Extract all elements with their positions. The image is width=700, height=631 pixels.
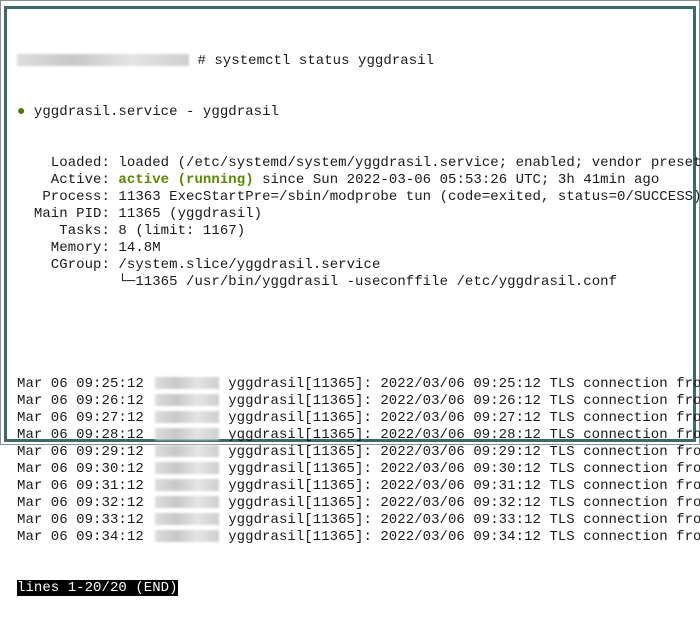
log-time: Mar 06 09:29:12: [17, 444, 144, 460]
service-field-line: Tasks: 8 (limit: 1167): [17, 223, 700, 240]
service-title: yggdrasil.service - yggdrasil: [33, 104, 279, 120]
service-title-line: ● yggdrasil.service - yggdrasil: [17, 104, 700, 121]
log-message: yggdrasil[11365]: 2022/03/06 09:30:12 TL…: [228, 461, 700, 477]
log-message: yggdrasil[11365]: 2022/03/06 09:25:12 TL…: [228, 376, 700, 392]
field-label: Main PID:: [17, 206, 119, 222]
log-time: Mar 06 09:32:12: [17, 495, 144, 511]
field-label: Memory:: [17, 240, 119, 256]
log-time: Mar 06 09:28:12: [17, 427, 144, 443]
redacted-host: [155, 462, 220, 475]
terminal-output: # systemctl status yggdrasil ● yggdrasil…: [17, 19, 700, 631]
service-field-line: Active: active (running) since Sun 2022-…: [17, 172, 700, 189]
log-time: Mar 06 09:26:12: [17, 393, 144, 409]
log-time: Mar 06 09:30:12: [17, 461, 144, 477]
field-value: └─11365 /usr/bin/yggdrasil -useconffile …: [118, 274, 618, 290]
active-status: active (running): [118, 172, 254, 188]
log-line: Mar 06 09:30:12 yggdrasil[11365]: 2022/0…: [17, 461, 700, 478]
log-message: yggdrasil[11365]: 2022/03/06 09:29:12 TL…: [228, 444, 700, 460]
log-message: yggdrasil[11365]: 2022/03/06 09:27:12 TL…: [228, 410, 700, 426]
field-label: Process:: [17, 189, 119, 205]
log-line: Mar 06 09:25:12 yggdrasil[11365]: 2022/0…: [17, 376, 700, 393]
field-value: loaded (/etc/systemd/system/yggdrasil.se…: [118, 155, 700, 171]
log-time: Mar 06 09:31:12: [17, 478, 144, 494]
field-value: 11363 ExecStartPre=/sbin/modprobe tun (c…: [118, 189, 700, 205]
log-line: Mar 06 09:29:12 yggdrasil[11365]: 2022/0…: [17, 444, 700, 461]
log-line: Mar 06 09:32:12 yggdrasil[11365]: 2022/0…: [17, 495, 700, 512]
status-dot-icon: ●: [17, 104, 26, 120]
service-field-line: Memory: 14.8M: [17, 240, 700, 257]
redacted-host: [155, 428, 220, 441]
log-message: yggdrasil[11365]: 2022/03/06 09:33:12 TL…: [228, 512, 700, 528]
service-field-line: CGroup: /system.slice/yggdrasil.service: [17, 257, 700, 274]
prompt-line: # systemctl status yggdrasil: [17, 53, 700, 70]
redacted-host: [155, 513, 220, 526]
log-line: Mar 06 09:34:12 yggdrasil[11365]: 2022/0…: [17, 529, 700, 546]
log-message: yggdrasil[11365]: 2022/03/06 09:28:12 TL…: [228, 427, 700, 443]
field-label: CGroup:: [17, 257, 119, 273]
log-line: Mar 06 09:33:12 yggdrasil[11365]: 2022/0…: [17, 512, 700, 529]
field-value: /system.slice/yggdrasil.service: [118, 257, 381, 273]
log-message: yggdrasil[11365]: 2022/03/06 09:32:12 TL…: [228, 495, 700, 511]
log-line: Mar 06 09:31:12 yggdrasil[11365]: 2022/0…: [17, 478, 700, 495]
log-message: yggdrasil[11365]: 2022/03/06 09:26:12 TL…: [228, 393, 700, 409]
field-label: Loaded:: [17, 155, 119, 171]
log-line: Mar 06 09:27:12 yggdrasil[11365]: 2022/0…: [17, 410, 700, 427]
redacted-host: [155, 496, 220, 509]
terminal-window: # systemctl status yggdrasil ● yggdrasil…: [4, 6, 700, 596]
command-text: # systemctl status yggdrasil: [197, 53, 435, 69]
log-line: Mar 06 09:26:12 yggdrasil[11365]: 2022/0…: [17, 393, 700, 410]
pager-status: lines 1-20/20 (END): [17, 580, 178, 596]
redacted-hostname: [17, 54, 189, 67]
log-message: yggdrasil[11365]: 2022/03/06 09:34:12 TL…: [228, 529, 700, 545]
field-value: 14.8M: [118, 240, 161, 256]
field-label: Active:: [17, 172, 119, 188]
log-time: Mar 06 09:27:12: [17, 410, 144, 426]
field-value: since Sun 2022-03-06 05:53:26 UTC; 3h 41…: [253, 172, 660, 188]
field-value: 8 (limit: 1167): [118, 223, 246, 239]
service-field-line: Process: 11363 ExecStartPre=/sbin/modpro…: [17, 189, 700, 206]
field-label: Tasks:: [17, 223, 119, 239]
log-message: yggdrasil[11365]: 2022/03/06 09:31:12 TL…: [228, 478, 700, 494]
redacted-host: [155, 479, 220, 492]
redacted-host: [155, 377, 220, 390]
service-field-line: └─11365 /usr/bin/yggdrasil -useconffile …: [17, 274, 700, 291]
redacted-host: [155, 394, 220, 407]
service-field-line: Main PID: 11365 (yggdrasil): [17, 206, 700, 223]
pager-status-line: lines 1-20/20 (END): [17, 580, 700, 597]
field-label: [17, 274, 118, 290]
redacted-host: [155, 411, 220, 424]
redacted-host: [155, 445, 220, 458]
redacted-host: [155, 530, 220, 543]
log-time: Mar 06 09:33:12: [17, 512, 144, 528]
log-time: Mar 06 09:25:12: [17, 376, 144, 392]
service-field-line: Loaded: loaded (/etc/systemd/system/yggd…: [17, 155, 700, 172]
log-line: Mar 06 09:28:12 yggdrasil[11365]: 2022/0…: [17, 427, 700, 444]
log-time: Mar 06 09:34:12: [17, 529, 144, 545]
field-value: 11365 (yggdrasil): [118, 206, 263, 222]
